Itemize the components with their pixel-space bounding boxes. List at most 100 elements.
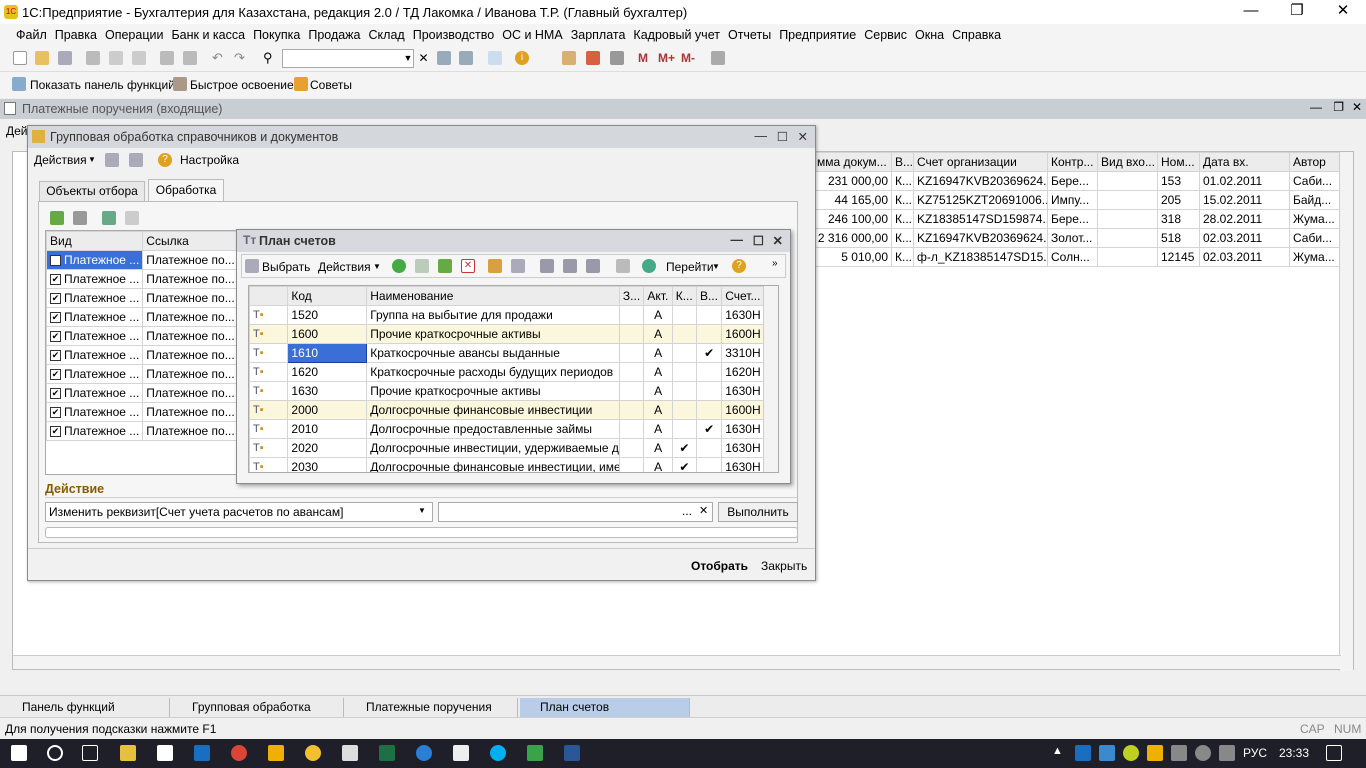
- dlg2-minimize[interactable]: —: [731, 233, 744, 247]
- copy-icon[interactable]: [109, 51, 123, 65]
- memory-plus-button[interactable]: M+: [658, 51, 675, 65]
- clear-filter-icon[interactable]: [616, 259, 630, 273]
- row-checkbox[interactable]: ✔: [50, 274, 61, 286]
- col-type[interactable]: Вид: [46, 231, 144, 251]
- menu-item-0[interactable]: Файл: [16, 28, 47, 42]
- menu-item-12[interactable]: Предприятие: [779, 28, 856, 42]
- add-copy-icon[interactable]: [415, 259, 429, 273]
- bgwin-close[interactable]: ✕: [1352, 100, 1362, 114]
- skype-icon[interactable]: [490, 745, 506, 761]
- menu-item-15[interactable]: Справка: [952, 28, 1001, 42]
- windows-icon[interactable]: [488, 51, 502, 65]
- bg-col-header[interactable]: Вид вхо...: [1097, 152, 1158, 172]
- open-icon[interactable]: [35, 51, 49, 65]
- dlg2-maximize[interactable]: ☐: [753, 233, 764, 248]
- row-checkbox[interactable]: ✔: [50, 350, 61, 362]
- accounts-col-header[interactable]: Акт.: [643, 286, 673, 306]
- tray-app2-icon[interactable]: [1123, 745, 1139, 761]
- tray-app-icon[interactable]: [1099, 745, 1115, 761]
- menu-item-3[interactable]: Банк и касса: [171, 28, 245, 42]
- edit-icon[interactable]: [50, 211, 64, 225]
- table-row[interactable]: 44 165,00 К... KZ75125KZT20691006... Импу..…: [813, 190, 1352, 210]
- table-row[interactable]: Т▪ 1620 Краткосрочные расходы будущих пери…: [249, 362, 765, 382]
- refresh-icon[interactable]: [642, 259, 656, 273]
- tray-outlook-icon[interactable]: [1075, 745, 1091, 761]
- bgwin-actions[interactable]: Дей: [6, 124, 28, 138]
- row-checkbox[interactable]: ✔: [50, 426, 61, 438]
- bgwin-vscroll[interactable]: [1339, 152, 1353, 671]
- battery-icon[interactable]: [1171, 745, 1187, 761]
- accounts-col-header[interactable]: З...: [618, 286, 645, 306]
- menu-item-8[interactable]: ОС и НМА: [502, 28, 562, 42]
- paste-icon[interactable]: [132, 51, 146, 65]
- add-icon[interactable]: [392, 259, 406, 273]
- delete-icon[interactable]: ✕: [461, 259, 475, 273]
- memory-m-button[interactable]: M: [638, 51, 648, 65]
- goto-dropdown-icon[interactable]: ▼: [712, 262, 720, 271]
- list-item[interactable]: ✔ Платежное ... Платежное по...: [46, 288, 239, 308]
- table-row[interactable]: Т▪ 2000 Долгосрочные финансовые инвестиции…: [249, 400, 765, 420]
- ie-icon[interactable]: [416, 745, 432, 761]
- row-checkbox[interactable]: ✔: [50, 255, 61, 267]
- table-row[interactable]: Т▪ 2030 Долгосрочные финансовые инвестиции…: [249, 457, 765, 472]
- row-checkbox[interactable]: ✔: [50, 293, 61, 305]
- dlg2-close[interactable]: ✕: [773, 233, 783, 248]
- find-next-icon[interactable]: [437, 51, 451, 65]
- bg-col-header[interactable]: мма докум...: [813, 152, 892, 172]
- undo-icon[interactable]: ↶: [212, 51, 226, 65]
- dlg1-save-icon[interactable]: [129, 153, 143, 167]
- row-checkbox[interactable]: ✔: [50, 331, 61, 343]
- dlg1-actions-dropdown-icon[interactable]: ▼: [88, 155, 96, 164]
- table-row[interactable]: Т▪ 2020 Долгосрочные инвестиции, удерживае…: [249, 438, 765, 458]
- menu-item-6[interactable]: Склад: [369, 28, 405, 42]
- menu-item-4[interactable]: Покупка: [253, 28, 300, 42]
- accounts-vscroll[interactable]: [763, 286, 778, 472]
- goto-menu[interactable]: Перейти: [666, 260, 714, 274]
- action-select[interactable]: Изменить реквизит[Счет учета расчетов по…: [45, 502, 433, 522]
- calendar-icon[interactable]: [586, 51, 600, 65]
- new-icon[interactable]: [13, 51, 27, 65]
- restore-button[interactable]: ❐: [1274, 0, 1320, 24]
- bg-col-header[interactable]: Счет организации: [913, 152, 1048, 172]
- cut-icon[interactable]: [86, 51, 100, 65]
- show-panel-button[interactable]: Показать панель функций: [30, 78, 175, 92]
- more-icon[interactable]: »: [772, 258, 778, 269]
- bgwin-restore[interactable]: ❐: [1333, 100, 1344, 114]
- check-all-icon[interactable]: [102, 211, 116, 225]
- row-checkbox[interactable]: ✔: [50, 388, 61, 400]
- print-icon[interactable]: [160, 51, 174, 65]
- task-view-icon[interactable]: [82, 745, 98, 761]
- search-clear-icon[interactable]: ✕: [416, 49, 431, 68]
- app2-icon[interactable]: [527, 745, 543, 761]
- edit-record-icon[interactable]: [438, 259, 452, 273]
- close-dialog-button[interactable]: Закрыть: [761, 559, 807, 573]
- outlook-icon[interactable]: [194, 745, 210, 761]
- quick-learn-button[interactable]: Быстрое освоение: [190, 78, 294, 92]
- table-row[interactable]: Т▪ 2010 Долгосрочные предоставленные займы…: [249, 419, 765, 439]
- bg-col-header[interactable]: Автор: [1289, 152, 1340, 172]
- uncheck-all-icon[interactable]: [125, 211, 139, 225]
- bgwin-hscroll[interactable]: [13, 655, 1341, 669]
- accounts-col-header[interactable]: В...: [695, 286, 723, 306]
- dlg2-actions-dropdown-icon[interactable]: ▼: [373, 262, 381, 271]
- app-icon[interactable]: [268, 745, 284, 761]
- bg-col-header[interactable]: Контр...: [1047, 152, 1098, 172]
- list-item[interactable]: ✔ Платежное ... Платежное по...: [46, 383, 239, 403]
- dlg2-help-icon[interactable]: ?: [732, 259, 746, 273]
- search-dropdown-icon[interactable]: ▼: [402, 49, 414, 68]
- accounts-col-header[interactable]: Наименование: [366, 286, 620, 306]
- explorer-icon[interactable]: [120, 745, 136, 761]
- table-row[interactable]: Т▪ 1610 Краткосрочные авансы выданные А ✔ 331…: [249, 343, 765, 363]
- tray-chevron-icon[interactable]: ▲: [1052, 745, 1063, 757]
- dlg1-minimize[interactable]: —: [755, 129, 768, 143]
- dlg1-help-icon[interactable]: ?: [158, 153, 172, 167]
- menu-item-10[interactable]: Кадровый учет: [633, 28, 720, 42]
- accounts-col-header[interactable]: Счет...: [721, 286, 765, 306]
- clock[interactable]: 23:33: [1279, 746, 1309, 760]
- info-icon[interactable]: i: [515, 51, 529, 65]
- list-item[interactable]: ✔ Платежное ... Платежное по...: [46, 402, 239, 422]
- save-icon[interactable]: [58, 51, 72, 65]
- menu-item-11[interactable]: Отчеты: [728, 28, 771, 42]
- task-tab-3[interactable]: План счетов: [520, 698, 690, 717]
- minimize-button[interactable]: —: [1228, 0, 1274, 24]
